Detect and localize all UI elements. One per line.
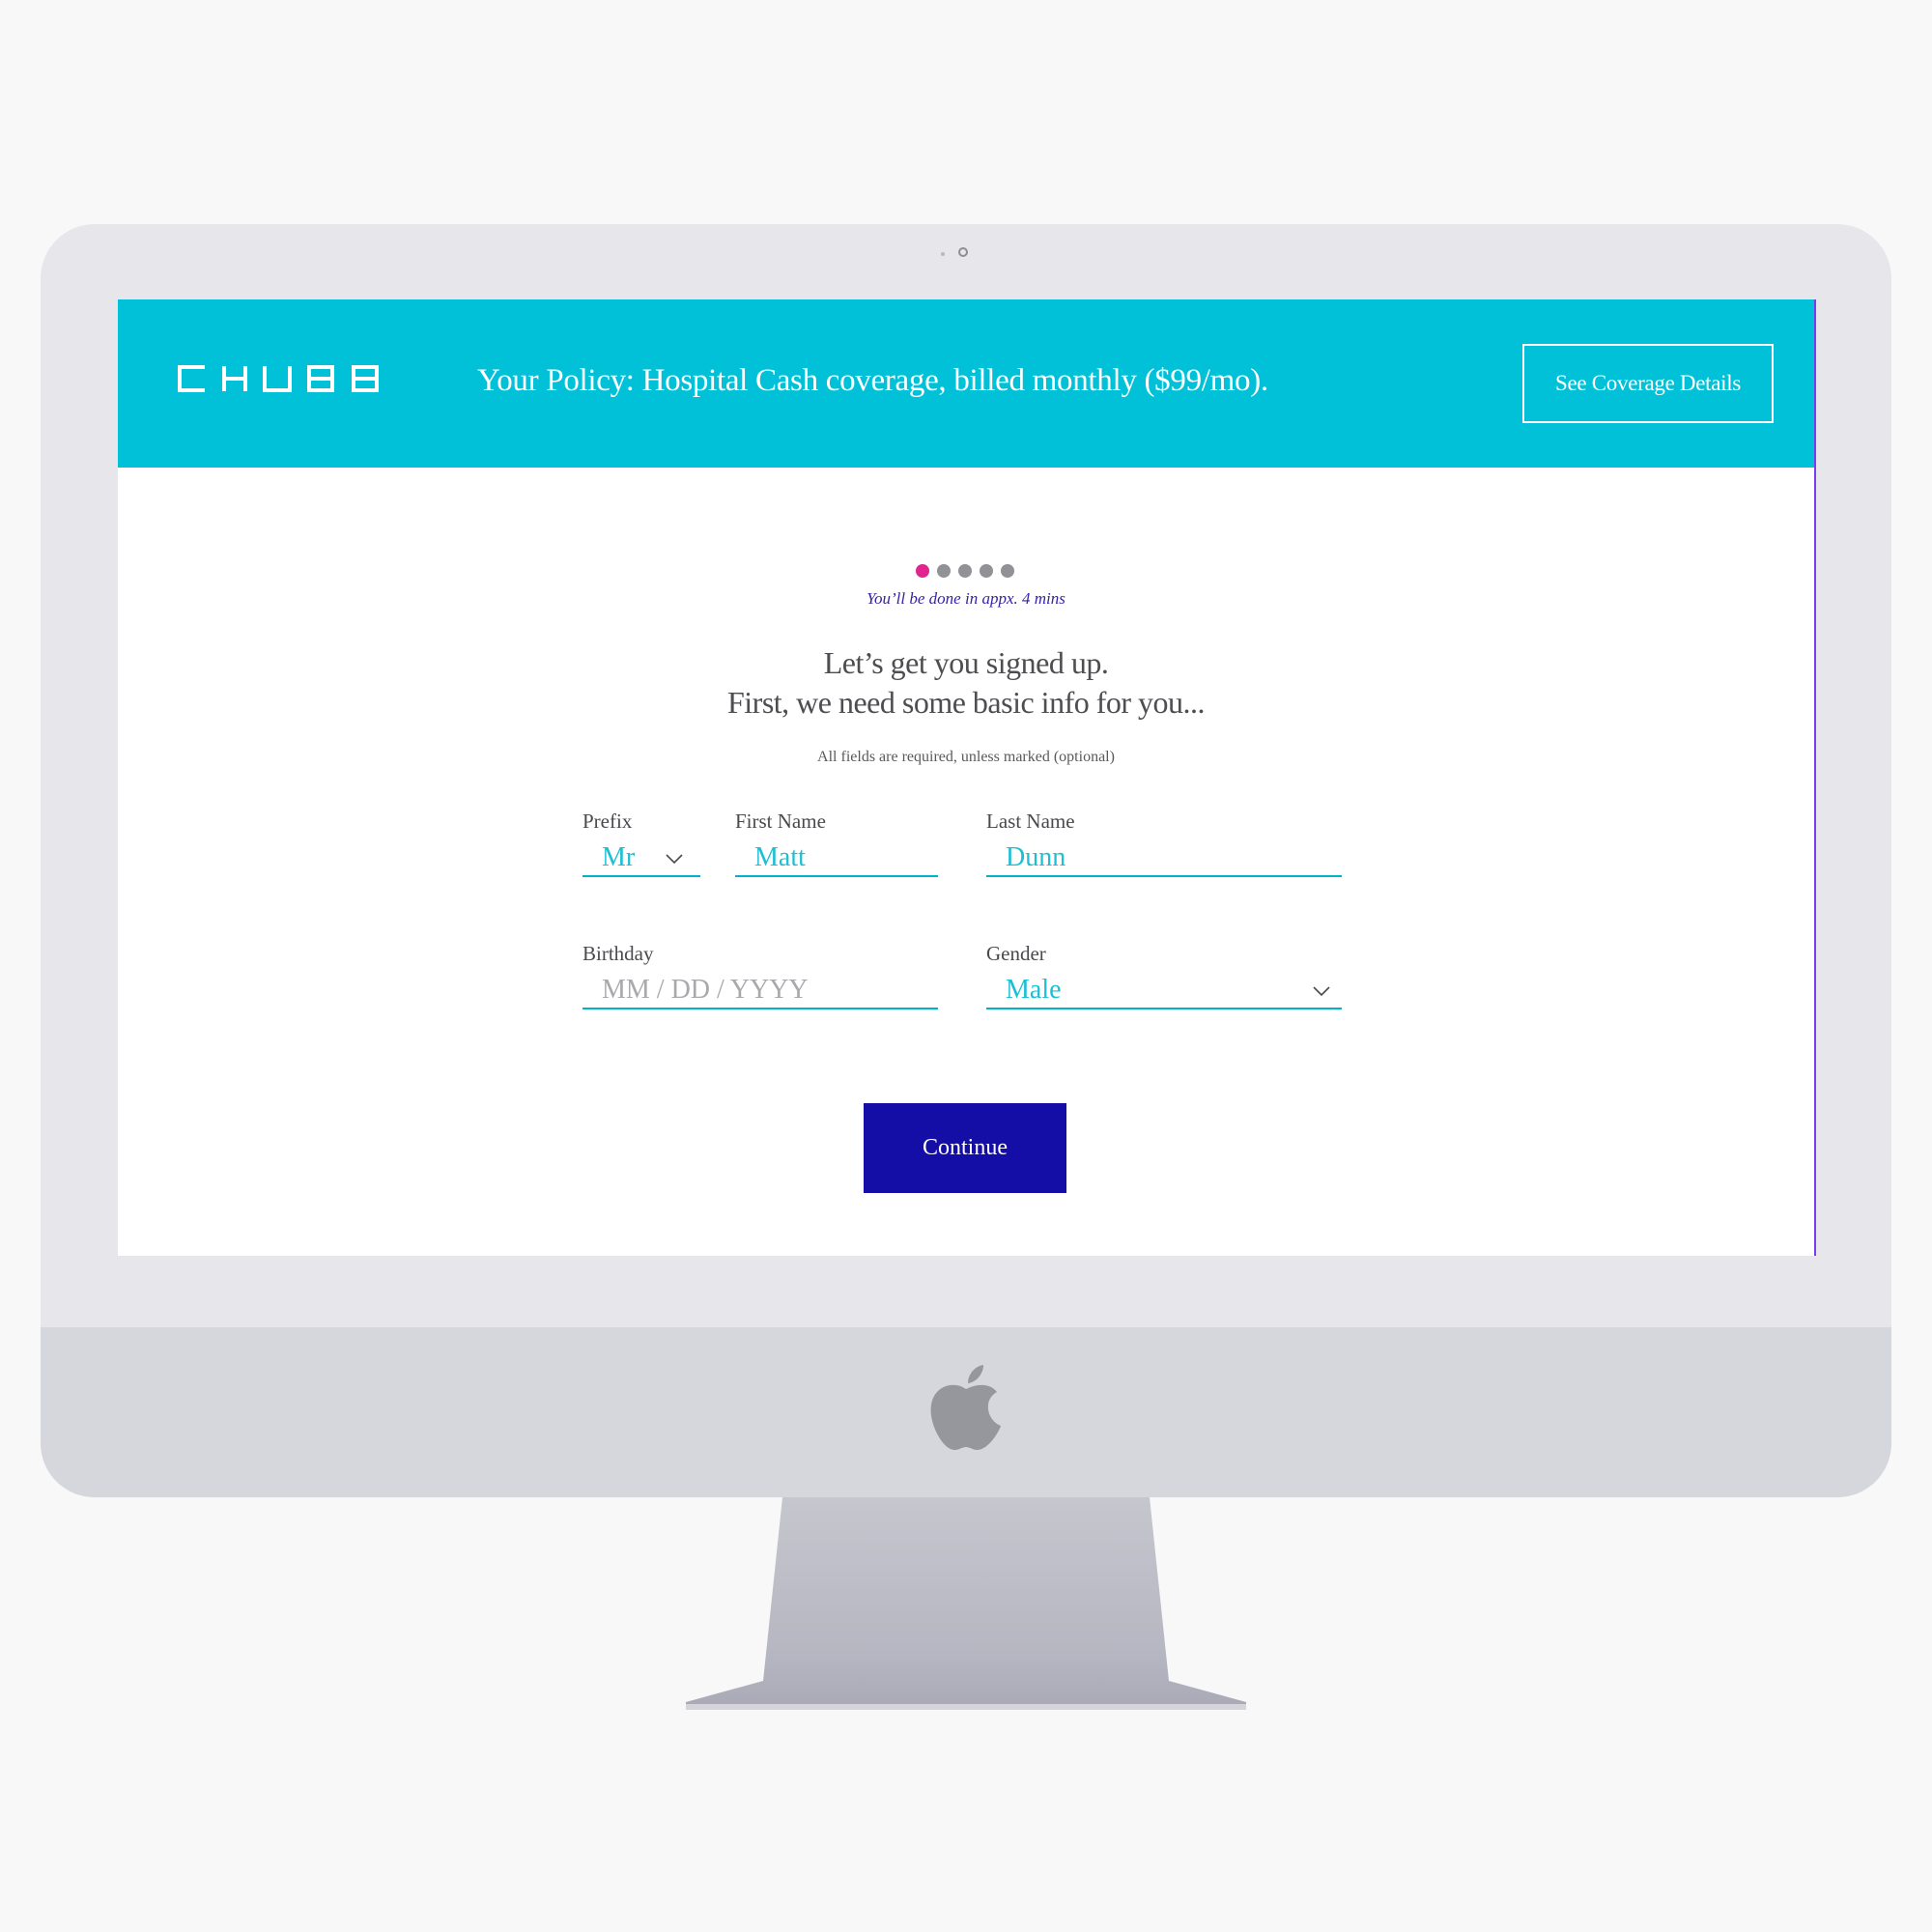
first-name-field: First Name Matt: [735, 810, 938, 879]
sensor-dot: [941, 252, 945, 256]
prefix-field: Prefix Mr: [582, 810, 700, 879]
last-name-label: Last Name: [986, 810, 1075, 833]
apple-logo-icon: [930, 1365, 1001, 1450]
progress-indicator: [916, 564, 1014, 578]
last-name-input[interactable]: Dunn: [986, 840, 1342, 877]
prefix-select[interactable]: Mr: [582, 840, 700, 877]
page-heading: Let’s get you signed up. First, we need …: [118, 643, 1814, 723]
progress-step: [980, 564, 993, 578]
heading-line-2: First, we need some basic info for you..…: [726, 685, 1206, 720]
chubb-logo: [178, 365, 379, 392]
chevron-down-icon: [1313, 986, 1330, 996]
header-bar: Your Policy: Hospital Cash coverage, bil…: [118, 299, 1814, 468]
gender-value: Male: [1006, 975, 1062, 1005]
browser-screen: Your Policy: Hospital Cash coverage, bil…: [118, 299, 1816, 1256]
birthday-label: Birthday: [582, 942, 654, 965]
prefix-value: Mr: [602, 842, 636, 872]
see-coverage-details-button[interactable]: See Coverage Details: [1522, 344, 1774, 423]
first-name-label: First Name: [735, 810, 826, 833]
birthday-placeholder: MM / DD / YYYY: [602, 975, 809, 1005]
prefix-label: Prefix: [582, 810, 633, 833]
last-name-value: Dunn: [1006, 842, 1066, 872]
continue-button[interactable]: Continue: [864, 1103, 1066, 1193]
progress-step-active: [916, 564, 929, 578]
first-name-input[interactable]: Matt: [735, 840, 938, 877]
birthday-input[interactable]: MM / DD / YYYY: [582, 973, 938, 1009]
camera-icon: [958, 247, 968, 257]
progress-step: [958, 564, 972, 578]
time-estimate: You’ll be done in appx. 4 mins: [867, 589, 1065, 608]
progress-step: [1001, 564, 1014, 578]
gender-label: Gender: [986, 942, 1046, 965]
gender-field: Gender Male: [986, 942, 1342, 1011]
first-name-value: Matt: [754, 842, 806, 872]
chevron-down-icon: [666, 854, 683, 864]
gender-select[interactable]: Male: [986, 973, 1342, 1009]
last-name-field: Last Name Dunn: [986, 810, 1342, 879]
heading-line-1: Let’s get you signed up.: [823, 645, 1109, 680]
policy-summary: Your Policy: Hospital Cash coverage, bil…: [477, 363, 1268, 398]
birthday-field: Birthday MM / DD / YYYY: [582, 942, 938, 1011]
required-fields-note: All fields are required, unless marked (…: [817, 749, 1115, 765]
imac-stand: [686, 1497, 1246, 1710]
progress-step: [937, 564, 951, 578]
